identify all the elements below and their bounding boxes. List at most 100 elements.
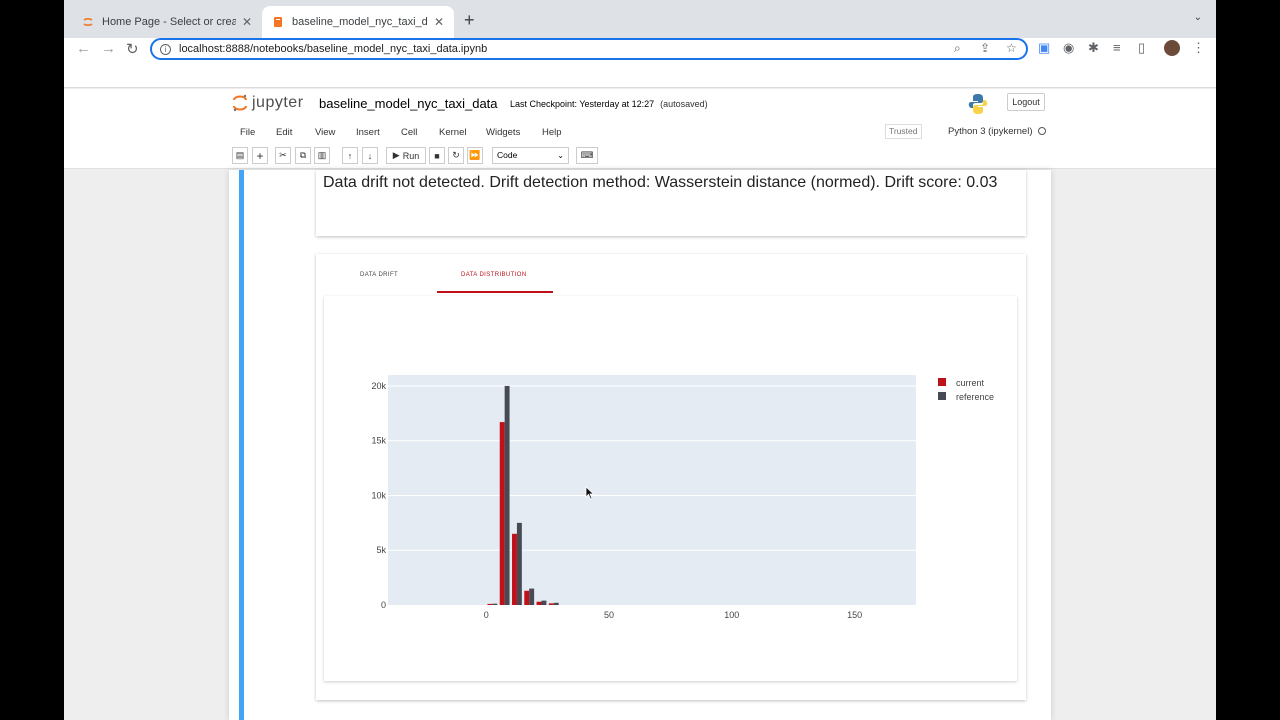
legend-swatch-current — [938, 378, 946, 386]
bar-current — [536, 601, 542, 605]
profile-avatar[interactable] — [1164, 40, 1180, 56]
restart-run-all-icon[interactable]: ⏩ — [467, 147, 483, 164]
jupyter-favicon-icon — [83, 18, 93, 26]
bar-current — [487, 603, 493, 605]
x-tick-label: 50 — [604, 610, 614, 620]
browser-toolbar: ← → ↻ i localhost:8888/notebooks/baselin… — [64, 38, 1216, 88]
reading-list-icon[interactable]: ≡ — [1113, 40, 1121, 55]
logout-button[interactable]: Logout — [1007, 93, 1045, 111]
checkpoint-text: Last Checkpoint: Yesterday at 12:27 — [510, 99, 655, 109]
tab-data-distribution[interactable]: DATA DISTRIBUTION — [461, 272, 527, 278]
browser-window: Home Page - Select or create a notebook … — [64, 0, 1216, 720]
menu-edit[interactable]: Edit — [276, 127, 292, 138]
cut-icon[interactable]: ✂ — [275, 147, 291, 164]
url-text: localhost:8888/notebooks/baseline_model_… — [179, 43, 488, 55]
copy-icon[interactable]: ⧉ — [295, 147, 311, 164]
mouse-cursor-icon — [585, 486, 595, 500]
kernel-name[interactable]: Python 3 (ipykernel) — [948, 126, 1032, 137]
selected-cell-indicator — [239, 170, 244, 720]
close-tab-icon[interactable]: ✕ — [242, 15, 252, 29]
run-button[interactable]: ▶ Run — [386, 147, 426, 164]
menu-widgets[interactable]: Widgets — [486, 127, 520, 138]
command-palette-icon[interactable]: ⌨ — [576, 147, 598, 164]
bar-current — [512, 533, 517, 605]
play-icon: ▶ — [392, 150, 400, 160]
menu-view[interactable]: View — [315, 127, 335, 138]
x-tick-label: 100 — [724, 610, 739, 620]
jupyter-header: jupyter baseline_model_nyc_taxi_data Las… — [64, 89, 1216, 169]
plot-background — [388, 375, 916, 605]
menu-file[interactable]: File — [240, 127, 255, 138]
site-info-icon[interactable]: i — [160, 43, 171, 55]
x-tick-label: 150 — [847, 610, 862, 620]
tab-data-drift[interactable]: DATA DRIFT — [360, 272, 398, 278]
bar-current — [499, 422, 505, 605]
distribution-plot-card: 0 5k 10k 15k 20k 0 50 100 150 current reference — [324, 296, 1017, 681]
save-icon[interactable]: ▤ — [232, 147, 248, 164]
tab-title: baseline_model_nyc_taxi_data.ipynb — [292, 16, 428, 28]
active-tab-underline — [437, 291, 553, 293]
back-icon[interactable]: ← — [76, 40, 91, 57]
tab-search-icon[interactable]: ⌄ — [1194, 12, 1202, 23]
bookmark-star-icon[interactable]: ☆ — [1006, 41, 1017, 55]
reload-icon[interactable]: ↻ — [126, 40, 139, 58]
share-icon[interactable]: ⇪ — [980, 41, 990, 55]
bar-reference — [541, 600, 547, 605]
restart-icon[interactable]: ↻ — [448, 147, 464, 164]
menu-help[interactable]: Help — [542, 127, 562, 138]
translate-extension-icon[interactable]: ▣ — [1038, 40, 1050, 56]
tab-title: Home Page - Select or create a notebook — [102, 16, 236, 28]
bar-reference — [553, 602, 559, 605]
trusted-indicator[interactable]: Trusted — [885, 124, 922, 139]
notebook-toolbar: ▤ + ✂ ⧉ ▥ ↑ ↓ ▶ Run ■ ↻ ⏩ Code ⌄ ⌨ — [232, 147, 652, 165]
grammarly-extension-icon[interactable]: ◉ — [1063, 40, 1074, 56]
legend-label-current: current — [956, 378, 985, 388]
run-label: Run — [402, 150, 420, 161]
notebook-name[interactable]: baseline_model_nyc_taxi_data — [319, 96, 498, 111]
legend-swatch-reference — [938, 392, 946, 400]
jupyter-logo-icon — [233, 94, 247, 112]
bar-reference — [492, 603, 498, 605]
jupyter-wordmark: jupyter — [252, 94, 304, 111]
bar-reference — [504, 385, 510, 605]
address-bar[interactable]: i localhost:8888/notebooks/baseline_mode… — [150, 38, 1028, 60]
close-tab-icon[interactable]: ✕ — [434, 15, 444, 29]
jupyter-logo[interactable]: jupyter — [232, 94, 304, 112]
notebook-favicon-icon — [274, 17, 282, 27]
tab-notebook[interactable]: baseline_model_nyc_taxi_data.ipynb ✕ — [262, 6, 454, 38]
y-tick-label: 20k — [371, 381, 386, 391]
notebook-site: Data drift not detected. Drift detection… — [64, 170, 1216, 720]
forward-icon[interactable]: → — [101, 40, 116, 57]
bar-current — [548, 603, 554, 605]
cell-type-select[interactable]: Code ⌄ — [492, 147, 569, 164]
move-down-icon[interactable]: ↓ — [362, 147, 378, 164]
drift-result-box: Data drift not detected. Drift detection… — [316, 170, 1026, 236]
python-logo-icon — [968, 94, 988, 114]
paste-icon[interactable]: ▥ — [314, 147, 330, 164]
kernel-status-icon — [1038, 127, 1046, 135]
browser-menu-icon[interactable]: ⋮ — [1192, 40, 1205, 56]
interrupt-icon[interactable]: ■ — [429, 147, 445, 164]
menu-cell[interactable]: Cell — [401, 127, 417, 138]
bar-reference — [529, 588, 535, 605]
insert-cell-icon[interactable]: + — [252, 147, 268, 164]
checkpoint-status: Last Checkpoint: Yesterday at 12:27 (auto… — [510, 99, 708, 109]
side-panel-icon[interactable]: ▯ — [1138, 40, 1145, 56]
drift-result-text: Data drift not detected. Drift detection… — [323, 174, 998, 191]
menu-bar: File Edit View Insert Cell Kernel Widget… — [232, 124, 1052, 144]
cell-type-value: Code — [497, 150, 518, 160]
extensions-puzzle-icon[interactable]: ✱ — [1088, 40, 1099, 56]
new-tab-icon[interactable]: + — [464, 10, 475, 31]
autosave-status: (autosaved) — [660, 99, 708, 109]
zoom-icon[interactable]: ⌕ — [954, 41, 961, 56]
x-tick-label: 0 — [484, 610, 489, 620]
y-tick-label: 0 — [381, 600, 386, 610]
menu-kernel[interactable]: Kernel — [439, 127, 466, 138]
menu-insert[interactable]: Insert — [356, 127, 380, 138]
tab-home-page[interactable]: Home Page - Select or create a notebook … — [72, 6, 262, 38]
y-tick-label: 10k — [371, 490, 386, 500]
chevron-down-icon: ⌄ — [557, 151, 564, 160]
move-up-icon[interactable]: ↑ — [342, 147, 358, 164]
distribution-chart: 0 5k 10k 15k 20k 0 50 100 150 current reference — [371, 375, 994, 620]
legend-label-reference: reference — [956, 392, 994, 402]
